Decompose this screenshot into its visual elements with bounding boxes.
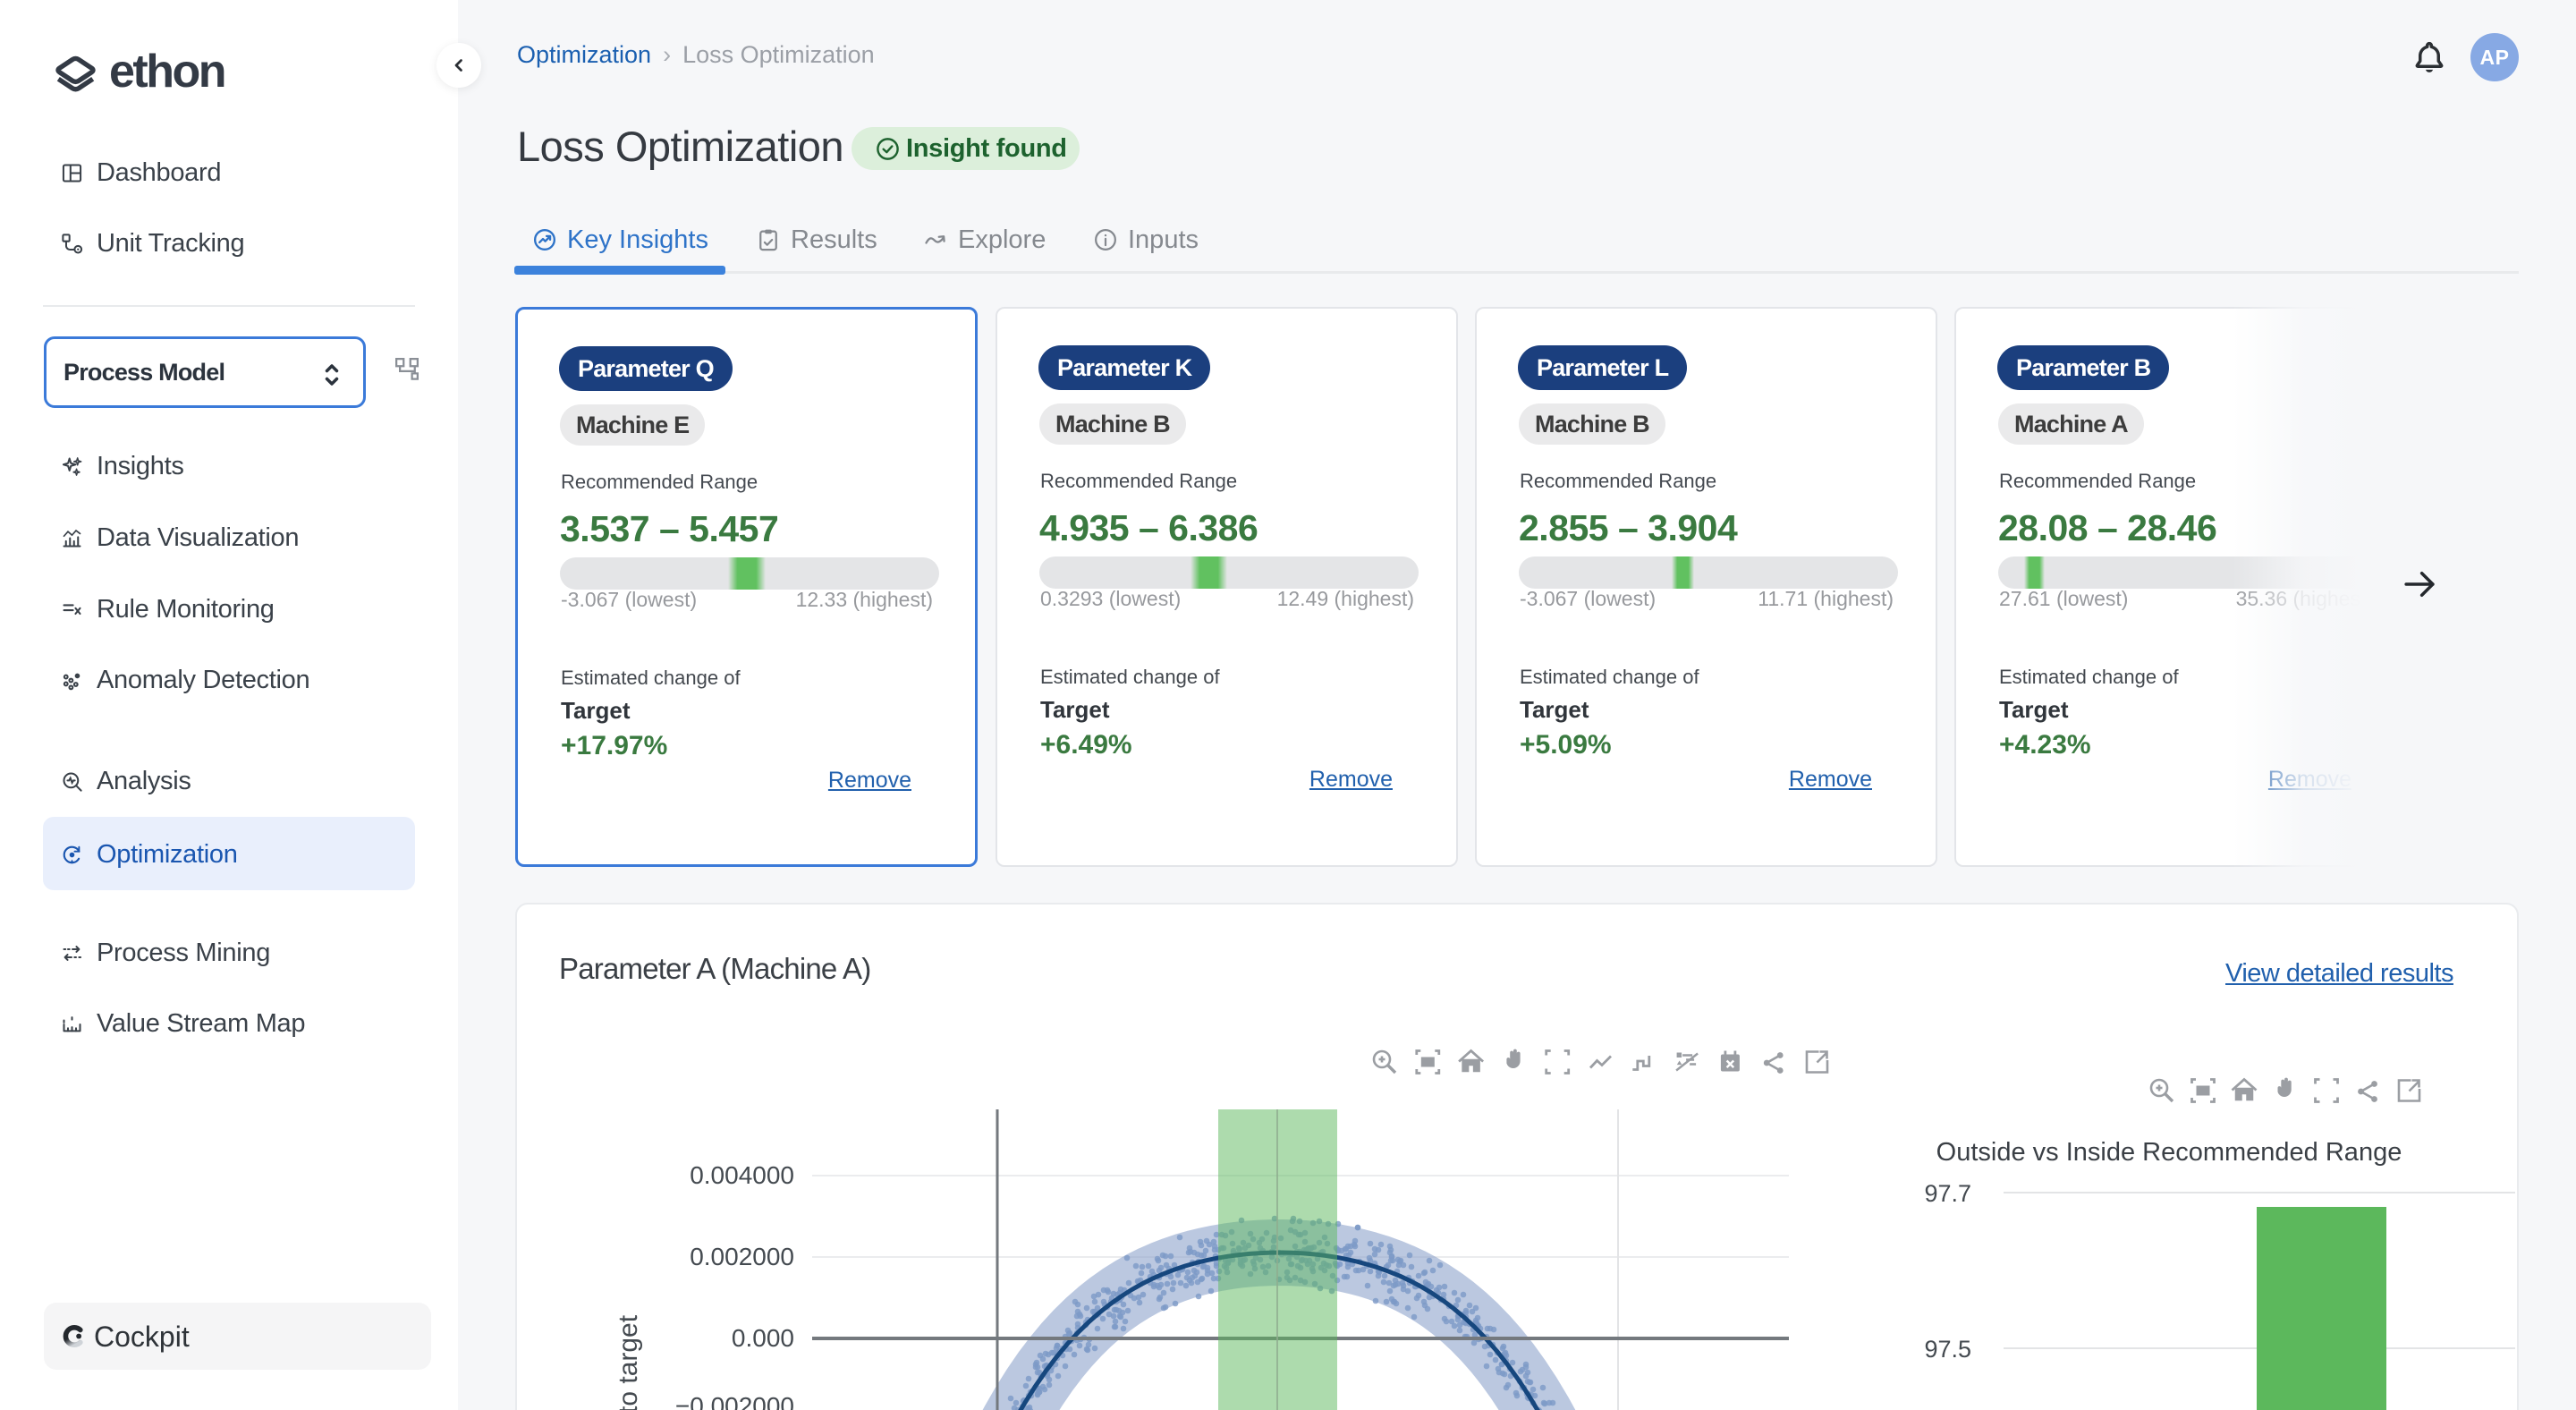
svg-text:0.004000: 0.004000 [690, 1161, 794, 1189]
svg-text:to target: to target [614, 1314, 643, 1410]
svg-text:Outside vs Inside Recommended: Outside vs Inside Recommended Range [1936, 1138, 2402, 1167]
svg-text:97.7: 97.7 [1924, 1180, 1971, 1207]
svg-text:0.000: 0.000 [732, 1324, 794, 1352]
svg-text:−0.002000: −0.002000 [675, 1392, 794, 1410]
svg-text:0.002000: 0.002000 [690, 1243, 794, 1270]
svg-text:97.5: 97.5 [1924, 1336, 1971, 1363]
